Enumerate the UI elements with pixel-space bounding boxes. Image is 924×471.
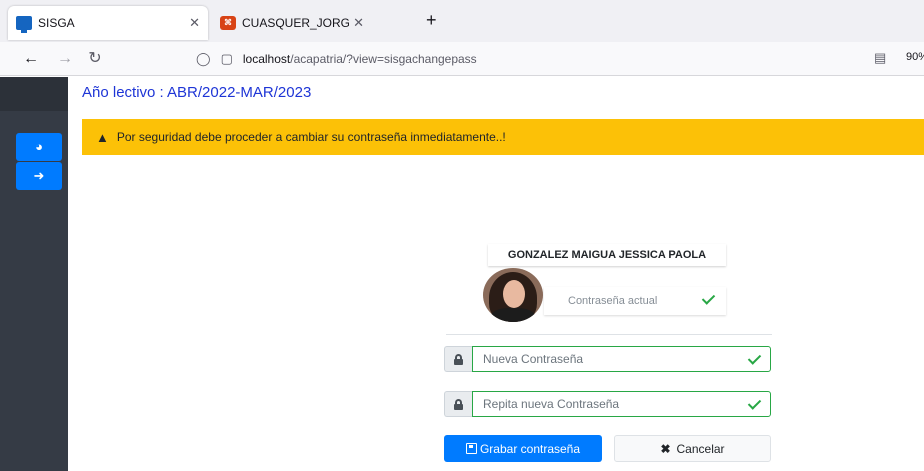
pdf-icon: ⌘	[220, 16, 236, 30]
dashboard-button[interactable]: ◕	[16, 133, 62, 161]
address-bar[interactable]: ◯ ▢ localhost /acapatria/?view=sisgachan…	[196, 46, 886, 72]
alert-text: Por seguridad debe proceder a cambiar su…	[116, 130, 506, 144]
tab-title: SISGA	[38, 16, 75, 30]
browser-tab-bar: SISGA ✕ ⌘ CUASQUER_JORGE_ALBERTO.pd ✕ +	[0, 0, 924, 42]
save-icon	[465, 443, 477, 454]
tab-pdf[interactable]: ⌘ CUASQUER_JORGE_ALBERTO.pd ✕	[212, 6, 372, 40]
check-icon	[747, 352, 760, 366]
zoom-level[interactable]: 90%	[906, 51, 924, 63]
repeat-password-row: Repita nueva Contraseña	[444, 391, 771, 417]
new-tab-button[interactable]: +	[426, 10, 437, 31]
page-title: Año lectivo : ABR/2022-MAR/2023	[82, 84, 312, 101]
lock-icon	[444, 346, 472, 372]
forward-arrow-icon[interactable]: →	[54, 48, 76, 70]
save-button-label: Grabar contraseña	[479, 441, 581, 456]
cancel-button[interactable]: ✖ Cancelar	[614, 435, 771, 462]
user-name: GONZALEZ MAIGUA JESSICA PAOLA	[488, 244, 726, 266]
save-password-button[interactable]: Grabar contraseña	[444, 435, 602, 462]
sidebar: ◕ ➜	[0, 77, 68, 471]
tab-sisga[interactable]: SISGA ✕	[8, 6, 208, 40]
new-password-row: Nueva Contraseña	[444, 346, 771, 372]
avatar	[483, 268, 543, 322]
page-icon: ▢	[220, 51, 233, 66]
reader-view-icon[interactable]: ▤	[874, 50, 886, 66]
new-password-placeholder: Nueva Contraseña	[483, 352, 584, 366]
monitor-icon	[16, 16, 32, 33]
close-tab-icon[interactable]: ✕	[353, 15, 364, 31]
browser-nav-bar: ← → ↻ ◯ ▢ localhost /acapatria/?view=sis…	[0, 42, 924, 76]
check-icon	[747, 397, 760, 411]
shield-icon: ◯	[196, 51, 211, 66]
url-path: /acapatria/?view=sisgachangepass	[290, 52, 477, 66]
repeat-password-placeholder: Repita nueva Contraseña	[483, 397, 620, 411]
reload-icon[interactable]: ↻	[84, 48, 106, 70]
warning-alert: ▲ Por seguridad debe proceder a cambiar …	[82, 119, 924, 155]
next-button[interactable]: ➜	[16, 162, 62, 190]
back-arrow-icon[interactable]: ←	[20, 48, 42, 70]
close-tab-icon[interactable]: ✕	[189, 15, 200, 31]
repeat-password-input[interactable]: Repita nueva Contraseña	[472, 391, 771, 417]
dashboard-icon: ◕	[35, 139, 43, 154]
current-password-field[interactable]: Contraseña actual	[544, 287, 726, 315]
lock-icon	[444, 391, 472, 417]
divider	[446, 334, 772, 335]
cancel-button-label: Cancelar	[676, 441, 725, 456]
warning-icon: ▲	[96, 129, 109, 145]
current-password-placeholder: Contraseña actual	[568, 295, 658, 307]
close-icon: ✖	[660, 441, 671, 456]
new-password-input[interactable]: Nueva Contraseña	[472, 346, 771, 372]
sidebar-header	[0, 77, 68, 111]
url-host: localhost	[242, 52, 291, 66]
arrow-right-circle-icon: ➜	[33, 168, 45, 183]
check-icon	[701, 292, 714, 306]
tab-title: CUASQUER_JORGE_ALBERTO.pd	[242, 16, 350, 30]
